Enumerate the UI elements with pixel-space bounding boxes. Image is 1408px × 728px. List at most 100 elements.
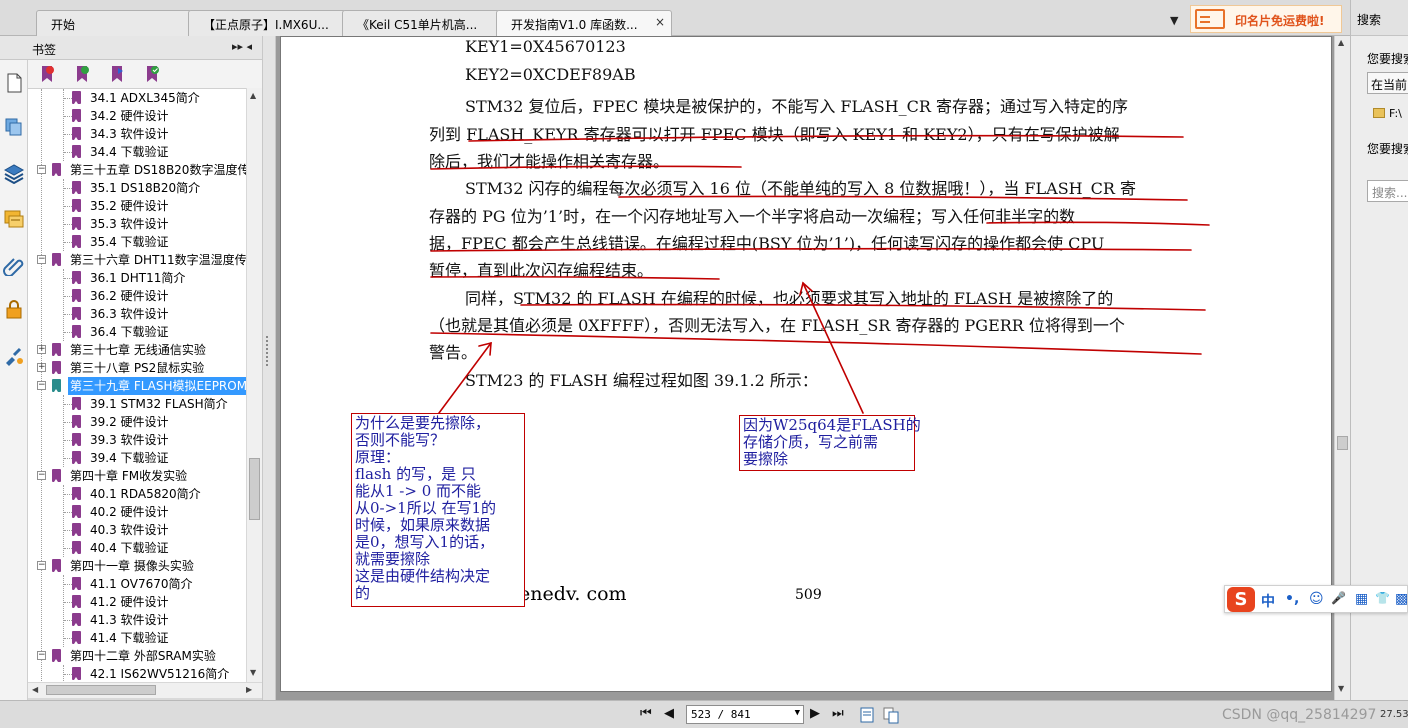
emoji-icon[interactable]: ☺ [1309, 591, 1324, 607]
scroll-thumb[interactable] [1337, 436, 1348, 450]
bookmark-item[interactable]: 35.3 软件设计 [28, 215, 246, 233]
tab-list-dropdown-icon[interactable]: ▼ [1170, 14, 1178, 27]
tab-imx6u[interactable]: 【正点原子】I.MX6U... [188, 10, 346, 36]
bookmark-chapter[interactable]: + 第三十七章 无线通信实验 [28, 341, 246, 359]
bookmark-icon [52, 649, 61, 662]
last-page-button[interactable]: ⏭ [832, 706, 844, 721]
continuous-view-icon[interactable] [882, 706, 900, 724]
bookmark-icon [52, 361, 61, 374]
bookmark-item[interactable]: 36.2 硬件设计 [28, 287, 246, 305]
delete-bookmark-icon[interactable] [39, 65, 55, 83]
bookmark-chapter-selected[interactable]: − 第三十九章 FLASH模拟EEPROM实 [28, 377, 246, 395]
bookmark-icon [52, 559, 61, 572]
bookmark-item[interactable]: 36.3 软件设计 [28, 305, 246, 323]
scroll-left-icon[interactable]: ◀ [32, 685, 38, 694]
bookmark-icon [72, 595, 81, 608]
bookmark-chapter[interactable]: − 第四十一章 摄像头实验 [28, 557, 246, 575]
scroll-thumb[interactable] [46, 685, 156, 695]
add-bookmark-icon[interactable] [74, 65, 90, 83]
bookmark-hscrollbar[interactable]: ◀ ▶ [28, 682, 262, 698]
bookmark-item[interactable]: 40.1 RDA5820简介 [28, 485, 246, 503]
collapse-icon[interactable]: − [37, 561, 46, 570]
bookmark-item[interactable]: 41.2 硬件设计 [28, 593, 246, 611]
stack-icon[interactable] [3, 162, 25, 184]
bookmark-item[interactable]: 41.3 软件设计 [28, 611, 246, 629]
bookmark-item[interactable]: 40.4 下载验证 [28, 539, 246, 557]
next-page-button[interactable]: ▶ [810, 706, 820, 721]
scroll-down-icon[interactable]: ▼ [1338, 684, 1344, 693]
expand-bookmark-icon[interactable] [109, 65, 125, 83]
close-tab-icon[interactable]: × [655, 15, 665, 29]
lock-icon[interactable] [3, 298, 25, 320]
tab-bar: 开始 【正点原子】I.MX6U... 《Keil C51单片机高... 开发指南… [0, 0, 1350, 37]
first-page-button[interactable]: ⏮ [640, 706, 652, 721]
expand-icon[interactable]: + [37, 345, 46, 354]
collapse-icon[interactable]: − [37, 381, 46, 390]
bookmark-item[interactable]: 35.2 硬件设计 [28, 197, 246, 215]
bookmark-item[interactable]: 34.4 下载验证 [28, 143, 246, 161]
ime-mode-toggle[interactable]: 中 [1261, 591, 1275, 611]
single-page-view-icon[interactable] [858, 706, 876, 724]
scroll-right-icon[interactable]: ▶ [246, 685, 252, 694]
sign-icon[interactable] [3, 344, 25, 366]
bookmark-item[interactable]: 35.1 DS18B20简介 [28, 179, 246, 197]
comment-icon[interactable] [3, 208, 25, 230]
ad-banner[interactable]: 印名片免运费啦! [1190, 5, 1342, 33]
bookmark-item[interactable]: 39.2 硬件设计 [28, 413, 246, 431]
tab-keil[interactable]: 《Keil C51单片机高... [342, 10, 500, 36]
bookmark-chapter[interactable]: − 第四十章 FM收发实验 [28, 467, 246, 485]
page-number-select[interactable]: 523 / 841 ▼ [686, 705, 804, 724]
bookmark-item[interactable]: 34.2 硬件设计 [28, 107, 246, 125]
keyboard-icon[interactable]: ▦ [1355, 591, 1368, 607]
bookmark-item[interactable]: 34.1 ADXL345简介 [28, 89, 246, 107]
page-thumbnail-icon[interactable] [3, 72, 25, 94]
scroll-down-icon[interactable]: ▼ [250, 668, 256, 677]
bookmark-item[interactable]: 36.4 下载验证 [28, 323, 246, 341]
sogou-logo-icon[interactable]: S [1227, 587, 1255, 612]
bookmark-item[interactable]: 41.4 下载验证 [28, 629, 246, 647]
skin-icon[interactable]: 👕 [1375, 591, 1390, 605]
bookmark-item[interactable]: 39.4 下载验证 [28, 449, 246, 467]
bookmark-item[interactable]: 40.3 软件设计 [28, 521, 246, 539]
properties-bookmark-icon[interactable] [144, 65, 160, 83]
ime-toolbar[interactable]: S 中 •, ☺ 🎤 ▦ 👕 ▩ [1224, 585, 1408, 613]
tab-dev-guide[interactable]: 开发指南V1.0 库函数... × [496, 10, 672, 37]
microphone-icon[interactable]: 🎤 [1331, 591, 1346, 605]
collapse-icon[interactable]: − [37, 471, 46, 480]
bookmark-icon [72, 325, 81, 338]
search-folder[interactable]: F:\ [1367, 104, 1408, 124]
bookmark-item[interactable]: 34.3 软件设计 [28, 125, 246, 143]
punctuation-icon[interactable]: •, [1285, 591, 1299, 607]
layers-icon[interactable] [3, 116, 25, 138]
bookmark-chapter[interactable]: − 第三十五章 DS18B20数字温度传 [28, 161, 246, 179]
bookmark-chapter[interactable]: − 第四十二章 外部SRAM实验 [28, 647, 246, 665]
search-input[interactable]: 搜索... [1367, 180, 1408, 202]
scroll-up-icon[interactable]: ▲ [250, 91, 256, 100]
bookmark-item[interactable]: 36.1 DHT11简介 [28, 269, 246, 287]
bookmark-scrollbar[interactable]: ▲ ▼ [246, 88, 262, 682]
bookmark-item[interactable]: 41.1 OV7670简介 [28, 575, 246, 593]
annotation-note-erase-reason[interactable]: 为什么是要先擦除， 否则不能写？ 原理： flash 的写，是 只 能从1 ->… [351, 413, 525, 607]
bookmark-chapter[interactable]: − 第三十六章 DHT11数字温湿度传 [28, 251, 246, 269]
collapse-icon[interactable]: − [37, 255, 46, 264]
panel-collapse-icon[interactable]: ▸▸ ◂ [232, 40, 252, 53]
bookmark-item[interactable]: 39.1 STM32 FLASH简介 [28, 395, 246, 413]
annotation-note-w25q64[interactable]: 因为W25q64是FLASH的 存储介质，写之前需 要擦除 [739, 415, 921, 471]
panel-splitter[interactable] [262, 36, 276, 700]
expand-icon[interactable]: + [37, 363, 46, 372]
bookmark-chapter[interactable]: + 第三十八章 PS2鼠标实验 [28, 359, 246, 377]
bookmark-item[interactable]: 39.3 软件设计 [28, 431, 246, 449]
bookmark-item[interactable]: 35.4 下载验证 [28, 233, 246, 251]
bookmark-item[interactable]: 42.1 IS62WV51216简介 [28, 665, 246, 682]
scroll-thumb[interactable] [249, 458, 260, 520]
collapse-icon[interactable]: − [37, 165, 46, 174]
search-scope-select[interactable]: 在当前 [1367, 72, 1408, 94]
attachment-icon[interactable] [3, 254, 25, 276]
bookmark-icon [72, 451, 81, 464]
toolbox-icon[interactable]: ▩ [1395, 591, 1408, 607]
prev-page-button[interactable]: ◀ [664, 706, 674, 721]
tab-start[interactable]: 开始 [36, 10, 192, 36]
collapse-icon[interactable]: − [37, 651, 46, 660]
bookmark-item[interactable]: 40.2 硬件设计 [28, 503, 246, 521]
scroll-up-icon[interactable]: ▲ [1338, 38, 1344, 47]
